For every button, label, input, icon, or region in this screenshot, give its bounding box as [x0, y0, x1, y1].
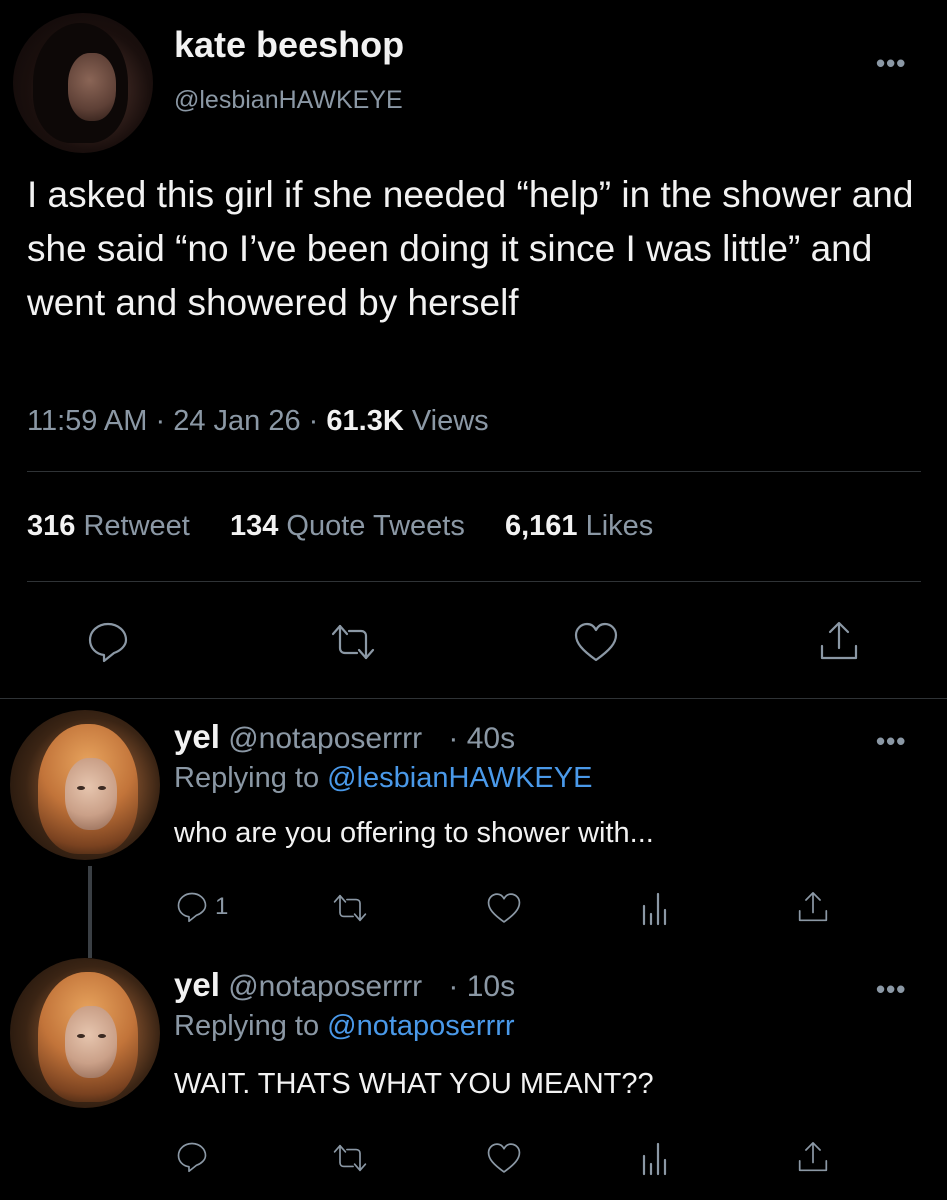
share-icon[interactable]: [795, 889, 831, 925]
reply-icon[interactable]: [174, 1139, 210, 1175]
meta-separator: ·: [155, 405, 166, 437]
author-handle[interactable]: @lesbianHAWKEYE: [174, 86, 403, 115]
reply-author-name[interactable]: yel: [174, 718, 220, 755]
thread-line: [88, 866, 92, 958]
quote-count: 134: [229, 510, 279, 542]
likes-count: 6,161: [504, 510, 578, 542]
reply-header: yel @notaposerrrr · 40s: [174, 718, 515, 756]
reply-author-name[interactable]: yel: [174, 966, 220, 1003]
views-count: 61.3K: [326, 405, 404, 437]
replying-prefix: Replying to: [174, 1010, 320, 1042]
divider: [27, 581, 921, 582]
reply-icon[interactable]: [84, 618, 132, 666]
quote-label: Quote Tweets: [286, 510, 465, 542]
reply-count: 1: [215, 893, 229, 920]
divider: [0, 698, 947, 699]
retweet-count: 316: [27, 510, 76, 542]
like-icon[interactable]: [485, 891, 523, 925]
reply-time: · 40s: [448, 722, 516, 755]
replying-to: Replying to @lesbianHAWKEYE: [174, 762, 592, 795]
reply-avatar[interactable]: [10, 710, 160, 860]
share-icon[interactable]: [816, 618, 862, 664]
reply-avatar[interactable]: [10, 958, 160, 1108]
meta-separator: ·: [308, 405, 319, 437]
engagement-stats: 316 Retweet 134 Quote Tweets 6,161 Likes: [27, 510, 653, 543]
retweet-icon[interactable]: [327, 620, 379, 664]
reply-text: WAIT. THATS WHAT YOU MEANT??: [174, 1068, 654, 1100]
author-avatar[interactable]: [13, 13, 153, 153]
reply-icon[interactable]: [174, 889, 210, 925]
reply-text: who are you offering to shower with...: [174, 817, 654, 849]
analytics-icon[interactable]: [640, 1140, 670, 1176]
retweet-icon[interactable]: [330, 891, 370, 925]
retweet-label: Retweet: [83, 510, 190, 542]
like-icon[interactable]: [572, 620, 620, 664]
reply-author-handle[interactable]: @notaposerrrr: [228, 722, 422, 755]
tweet-meta: 11:59 AM · 24 Jan 26 · 61.3K Views: [27, 405, 489, 438]
tweet-time: 11:59 AM: [27, 405, 148, 437]
share-icon[interactable]: [795, 1139, 831, 1175]
like-icon[interactable]: [485, 1141, 523, 1175]
replying-to-handle[interactable]: @lesbianHAWKEYE: [327, 762, 592, 794]
retweets-stat[interactable]: 316 Retweet: [27, 510, 190, 542]
tweet-date: 24 Jan 26: [173, 405, 301, 437]
replying-to: Replying to @notaposerrrr: [174, 1010, 515, 1043]
replying-prefix: Replying to: [174, 762, 320, 794]
divider: [27, 471, 921, 472]
more-options-icon[interactable]: •••: [876, 726, 906, 757]
likes-stat[interactable]: 6,161 Likes: [505, 510, 653, 542]
more-options-icon[interactable]: •••: [876, 974, 906, 1005]
replying-to-handle[interactable]: @notaposerrrr: [327, 1010, 514, 1042]
tweet-text: I asked this girl if she needed “help” i…: [27, 174, 914, 323]
views-label: Views: [411, 405, 489, 437]
more-options-icon[interactable]: •••: [876, 48, 906, 79]
quotes-stat[interactable]: 134 Quote Tweets: [230, 510, 465, 542]
analytics-icon[interactable]: [640, 890, 670, 926]
reply-author-handle[interactable]: @notaposerrrr: [228, 970, 422, 1003]
author-name[interactable]: kate beeshop: [174, 24, 404, 66]
likes-label: Likes: [585, 510, 654, 542]
reply-time: · 10s: [448, 970, 516, 1003]
reply-header: yel @notaposerrrr · 10s: [174, 966, 515, 1004]
retweet-icon[interactable]: [330, 1141, 370, 1175]
